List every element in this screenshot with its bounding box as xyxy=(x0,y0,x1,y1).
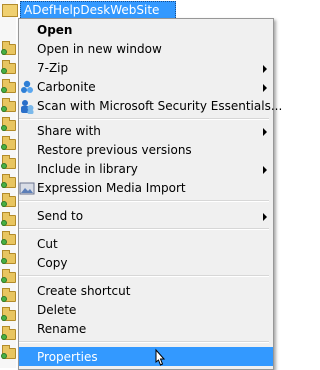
folder-icon xyxy=(1,345,16,359)
folder-icon xyxy=(1,155,16,169)
menu-item-rename[interactable]: Rename xyxy=(19,319,273,338)
folder-icon xyxy=(1,193,16,207)
menu-item-label: Copy xyxy=(37,256,68,270)
menu-separator xyxy=(19,228,269,230)
menu-item-carbonite[interactable]: Carbonite xyxy=(19,77,273,96)
menu-item-label: Scan with Microsoft Security Essentials.… xyxy=(37,99,283,113)
menu-item-label: Delete xyxy=(37,303,77,317)
folder-icon xyxy=(1,307,16,321)
security-essentials-icon xyxy=(21,100,34,114)
menu-item-delete[interactable]: Delete xyxy=(19,300,273,319)
mouse-cursor-icon xyxy=(155,348,166,366)
folder-icon xyxy=(1,79,16,93)
menu-separator xyxy=(19,200,269,202)
folder-icon xyxy=(1,136,16,150)
menu-item-label: 7-Zip xyxy=(37,61,69,75)
menu-item-include-in-library[interactable]: Include in library xyxy=(19,159,273,178)
submenu-arrow-icon xyxy=(263,65,267,73)
folder-icon xyxy=(1,250,16,264)
menu-item-label: Create shortcut xyxy=(37,284,131,298)
folder-icon xyxy=(1,231,16,245)
menu-item-label: Include in library xyxy=(37,162,138,176)
menu-item-label: Open xyxy=(37,23,73,37)
menu-item-7zip[interactable]: 7-Zip xyxy=(19,58,273,77)
carbonite-icon xyxy=(21,80,33,93)
menu-item-label: Expression Media Import xyxy=(37,181,186,195)
menu-item-restore-previous-versions[interactable]: Restore previous versions xyxy=(19,140,273,159)
menu-item-label: Share with xyxy=(37,124,101,138)
folder-icon xyxy=(1,60,16,74)
folder-name[interactable]: ADefHelpDeskWebSite xyxy=(24,3,159,17)
submenu-arrow-icon xyxy=(263,128,267,136)
menu-item-send-to[interactable]: Send to xyxy=(19,206,273,225)
folder-icon xyxy=(1,41,16,55)
folder-icon xyxy=(1,117,16,131)
menu-separator xyxy=(19,118,269,120)
menu-item-share-with[interactable]: Share with xyxy=(19,121,273,140)
menu-item-scan-security-essentials[interactable]: Scan with Microsoft Security Essentials.… xyxy=(19,96,282,115)
folder-icon xyxy=(1,98,16,112)
folder-icon xyxy=(1,326,16,340)
selected-folder-row[interactable]: ADefHelpDeskWebSite xyxy=(0,0,274,20)
context-menu: Open Open in new window 7-Zip Carbonite … xyxy=(18,18,282,370)
menu-item-label: Send to xyxy=(37,209,84,223)
menu-item-copy[interactable]: Copy xyxy=(19,253,273,272)
menu-item-label: Open in new window xyxy=(37,42,162,56)
folder-icon xyxy=(1,288,16,302)
menu-item-expression-media-import[interactable]: Expression Media Import xyxy=(19,178,273,197)
menu-item-label: Cut xyxy=(37,237,58,251)
submenu-arrow-icon xyxy=(263,84,267,92)
menu-item-label: Restore previous versions xyxy=(37,143,192,157)
menu-item-cut[interactable]: Cut xyxy=(19,234,273,253)
explorer-folder-column xyxy=(0,0,16,368)
menu-item-label: Rename xyxy=(37,322,87,336)
submenu-arrow-icon xyxy=(263,166,267,174)
menu-item-create-shortcut[interactable]: Create shortcut xyxy=(19,281,273,300)
menu-item-properties[interactable]: Properties xyxy=(19,347,273,366)
menu-item-open-new-window[interactable]: Open in new window xyxy=(19,39,273,58)
menu-item-label: Carbonite xyxy=(37,80,96,94)
folder-icon xyxy=(1,269,16,283)
submenu-arrow-icon xyxy=(263,213,267,221)
expression-media-icon xyxy=(19,182,35,195)
menu-item-open[interactable]: Open xyxy=(19,20,273,39)
folder-icon xyxy=(1,174,16,188)
menu-separator xyxy=(19,341,269,343)
folder-icon xyxy=(2,4,18,17)
menu-item-label: Properties xyxy=(37,350,98,364)
folder-icon xyxy=(1,212,16,226)
menu-separator xyxy=(19,275,269,277)
